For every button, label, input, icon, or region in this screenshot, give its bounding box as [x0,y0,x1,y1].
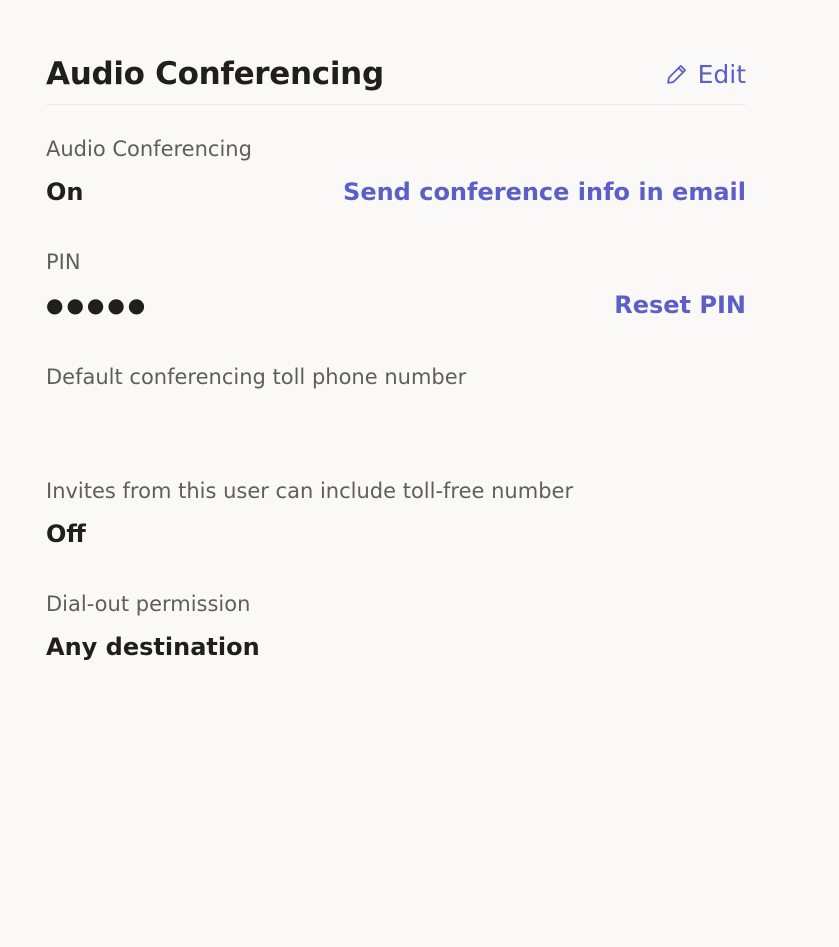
pencil-icon [664,61,690,87]
toll-free-label: Invites from this user can include toll-… [46,479,574,503]
toll-number-field: Default conferencing toll phone number [46,363,746,391]
pin-field: PIN ●●●●● Reset PIN [46,248,746,320]
panel-header: Audio Conferencing Edit [46,44,746,105]
toll-number-label: Default conferencing toll phone number [46,365,467,389]
audio-conferencing-field: Audio Conferencing On Send conference in… [46,135,746,207]
pin-value: ●●●●● [46,293,149,317]
send-conference-info-link[interactable]: Send conference info in email [343,178,746,206]
edit-label: Edit [697,59,746,89]
audio-conferencing-label: Audio Conferencing [46,137,252,161]
toll-free-field: Invites from this user can include toll-… [46,477,746,549]
edit-button[interactable]: Edit [664,60,746,89]
dial-out-field: Dial-out permission Any destination [46,590,746,662]
panel-title: Audio Conferencing [46,56,384,92]
dial-out-label: Dial-out permission [46,592,251,616]
toll-free-value: Off [46,520,86,548]
dial-out-value: Any destination [46,633,260,661]
audio-conferencing-value: On [46,178,84,206]
reset-pin-link[interactable]: Reset PIN [614,291,746,319]
audio-conferencing-panel: Audio Conferencing Edit Audio Conferenci… [46,44,746,662]
pin-label: PIN [46,250,81,274]
